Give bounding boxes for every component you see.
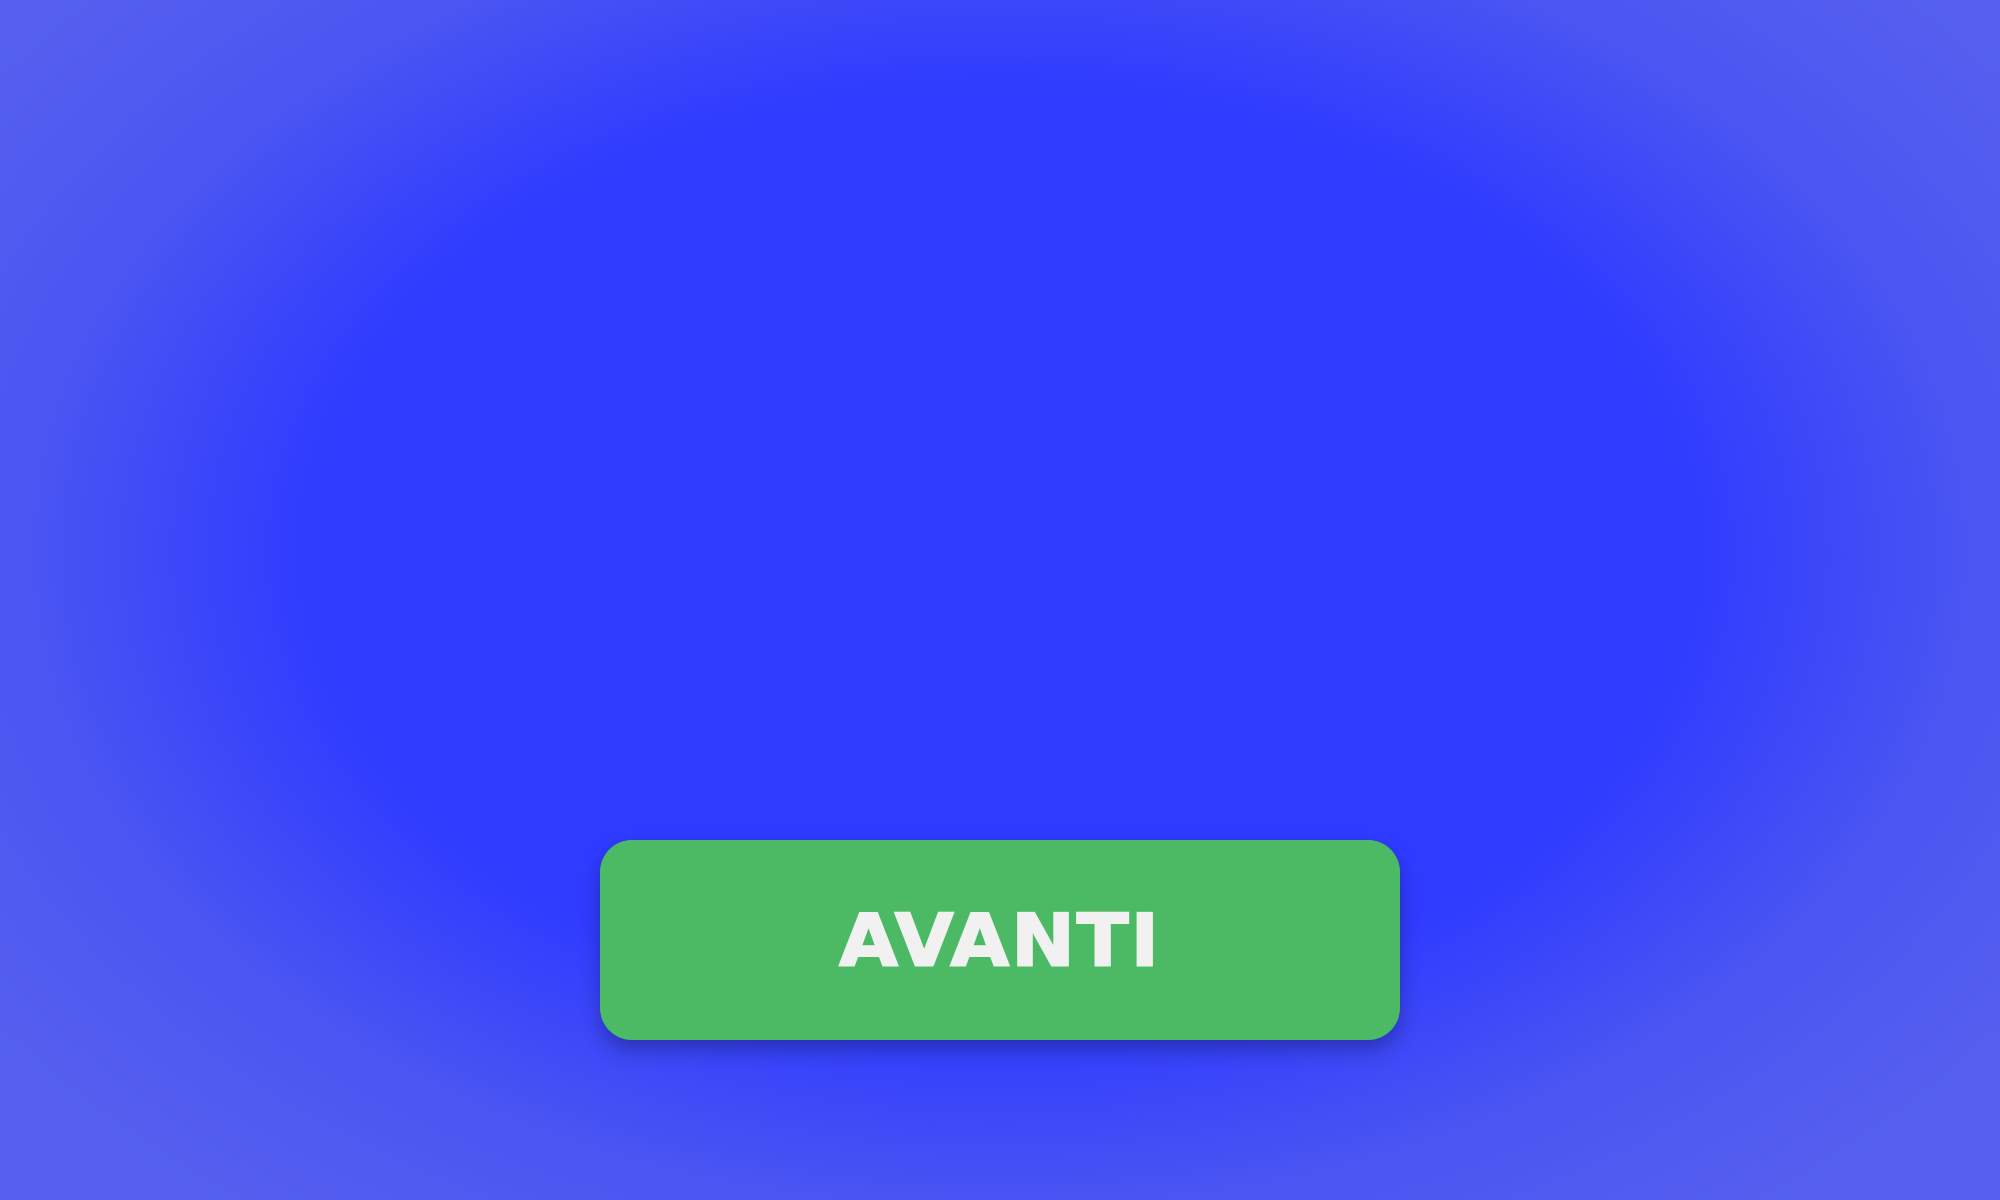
avanti-button-label: AVANTI [838, 897, 1161, 983]
screen-background: AVANTI [0, 0, 2000, 1200]
avanti-button[interactable]: AVANTI [600, 840, 1400, 1040]
